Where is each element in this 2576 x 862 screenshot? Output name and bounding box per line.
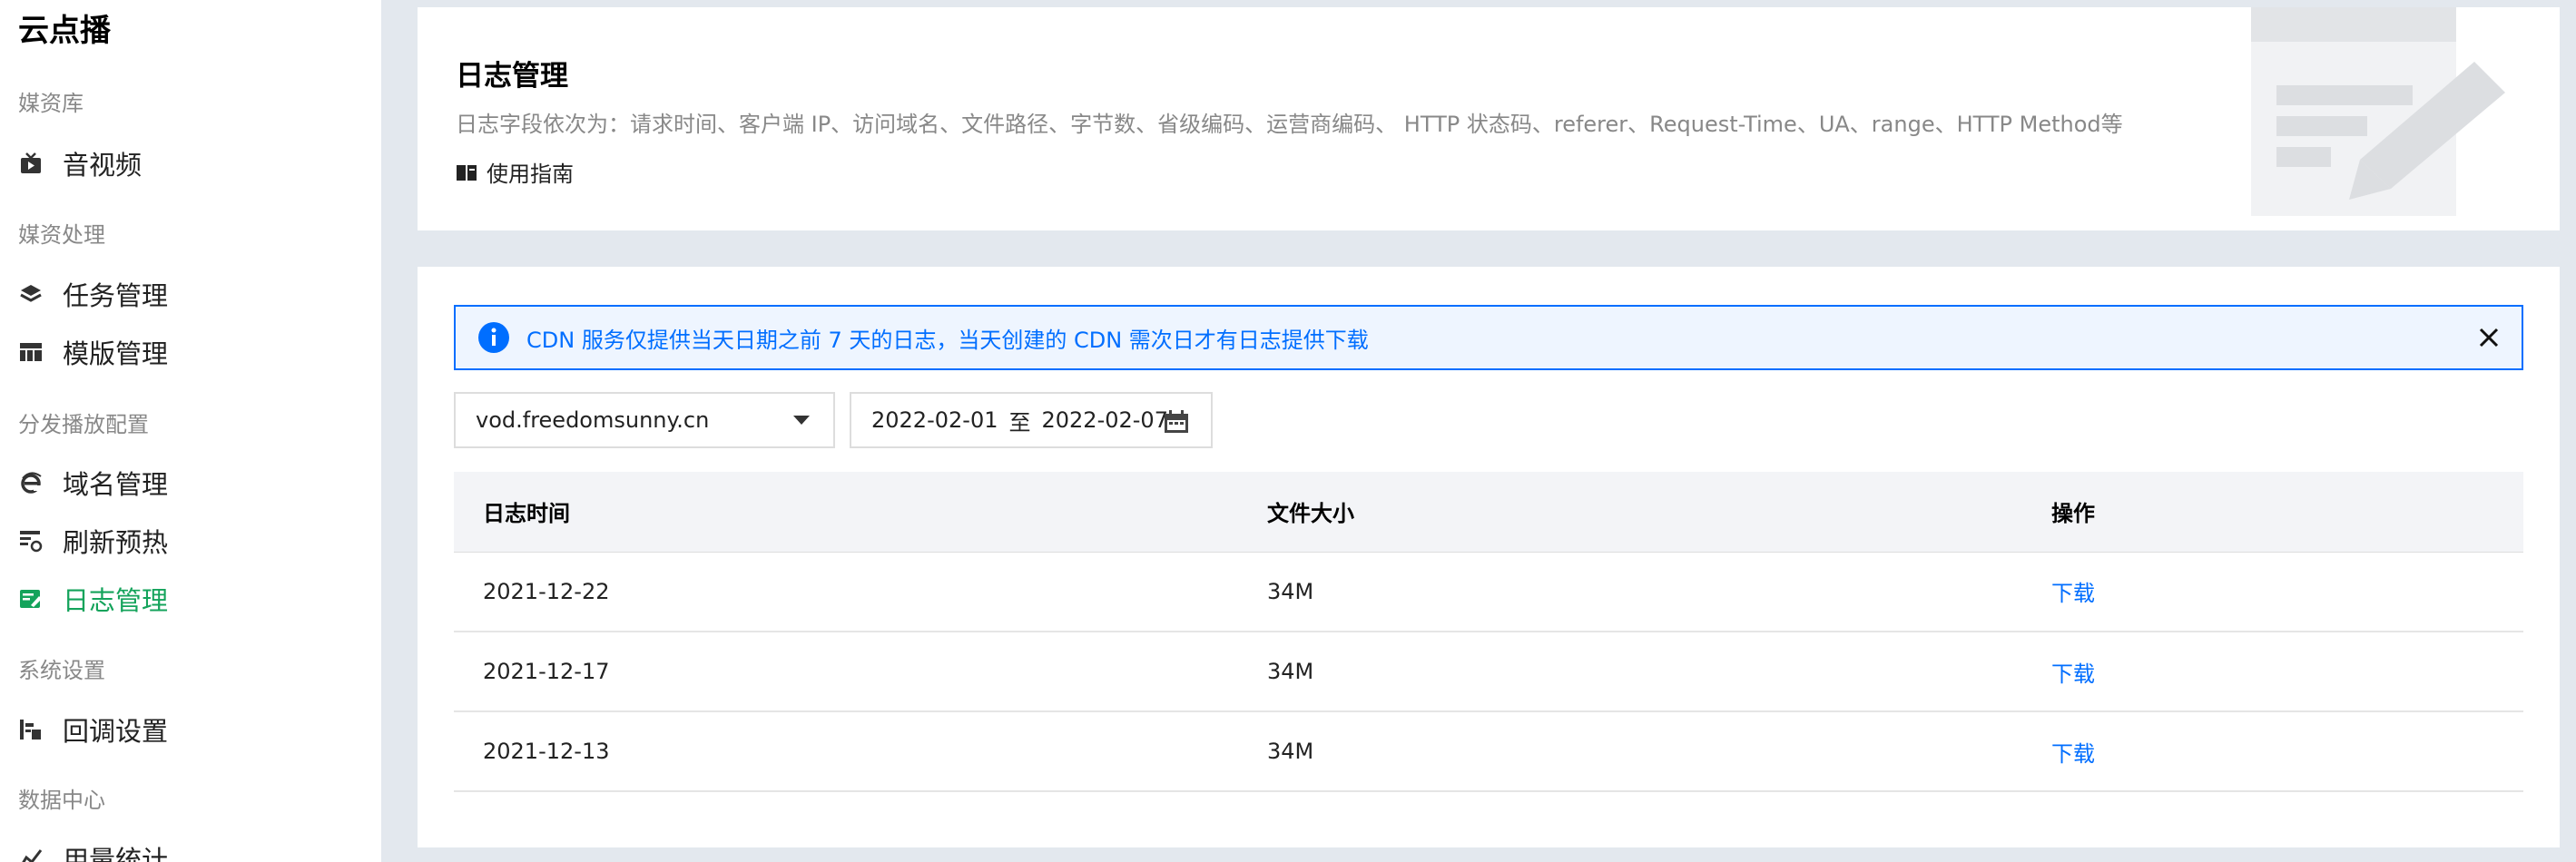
stats-icon <box>18 846 44 862</box>
download-link[interactable]: 下载 <box>2051 581 2095 606</box>
domain-select-value: vod.freedomsunny.cn <box>476 407 710 433</box>
sidebar-item-log-management[interactable]: 日志管理 <box>18 579 168 619</box>
sidebar-item-label: 任务管理 <box>63 280 169 311</box>
group-label-data-center: 数据中心 <box>18 788 105 813</box>
page-header-card: 日志管理 日志字段依次为：请求时间、客户端 IP、访问域名、文件路径、字节数、省… <box>418 7 2560 230</box>
notice-text: CDN 服务仅提供当天日期之前 7 天的日志，当天创建的 CDN 需次日才有日志… <box>526 327 1369 353</box>
date-range-picker[interactable]: 2022-02-01 至 2022-02-07 <box>850 392 1213 448</box>
log-table: 日志时间 文件大小 操作 2021-12-22 34M 下载 2021-12-1… <box>454 472 2523 792</box>
sidebar-item-label: 用量统计 <box>63 845 169 862</box>
sidebar-item-label: 刷新预热 <box>63 527 169 558</box>
table-header-row: 日志时间 文件大小 操作 <box>454 472 2523 553</box>
video-icon <box>18 151 44 176</box>
layers-icon <box>18 281 44 307</box>
brand-title: 云点播 <box>18 13 111 49</box>
sidebar-item-label: 域名管理 <box>63 469 169 500</box>
cell-action: 下载 <box>2022 711 2523 792</box>
template-icon <box>18 339 44 365</box>
cell-log-time: 2021-12-13 <box>454 711 1238 792</box>
sidebar-item-label: 模版管理 <box>63 338 169 369</box>
column-header-file-size: 文件大小 <box>1238 472 2022 553</box>
cell-action: 下载 <box>2022 632 2523 712</box>
close-icon[interactable] <box>2476 325 2502 350</box>
page-description: 日志字段依次为：请求时间、客户端 IP、访问域名、文件路径、字节数、省级编码、运… <box>456 112 2123 137</box>
info-notice: CDN 服务仅提供当天日期之前 7 天的日志，当天创建的 CDN 需次日才有日志… <box>454 305 2523 370</box>
sidebar-item-label: 音视频 <box>63 150 143 181</box>
chevron-down-icon <box>793 416 810 425</box>
app: 云点播 媒资库 音视频 媒资处理 任务管理 模版管理 分发播放配置 域名管理 刷… <box>0 0 2576 862</box>
log-illustration-icon <box>2251 7 2505 216</box>
page-title: 日志管理 <box>456 60 568 93</box>
cell-log-time: 2021-12-22 <box>454 552 1238 632</box>
group-label-distribution: 分发播放配置 <box>18 412 149 437</box>
group-label-media-processing: 媒资处理 <box>18 222 105 248</box>
log-list-card: CDN 服务仅提供当天日期之前 7 天的日志，当天创建的 CDN 需次日才有日志… <box>418 267 2560 847</box>
table-row: 2021-12-13 34M 下载 <box>454 711 2523 792</box>
sidebar-item-label: 回调设置 <box>63 716 169 747</box>
column-header-action: 操作 <box>2022 472 2523 553</box>
callback-icon <box>18 717 44 742</box>
date-separator: 至 <box>1008 409 1031 436</box>
sidebar-item-task-management[interactable]: 任务管理 <box>18 274 168 314</box>
sidebar-item-usage-stats[interactable]: 用量统计 <box>18 838 168 862</box>
cell-file-size: 34M <box>1238 711 2022 792</box>
date-start: 2022-02-01 <box>871 407 998 433</box>
refresh-icon <box>18 528 44 553</box>
sidebar-item-callback-settings[interactable]: 回调设置 <box>18 710 168 749</box>
sidebar-item-template-management[interactable]: 模版管理 <box>18 332 168 372</box>
download-link[interactable]: 下载 <box>2051 661 2095 687</box>
sidebar-item-domain-management[interactable]: 域名管理 <box>18 463 168 503</box>
download-link[interactable]: 下载 <box>2051 741 2095 767</box>
info-icon <box>478 322 509 353</box>
log-icon <box>18 586 44 612</box>
cell-file-size: 34M <box>1238 552 2022 632</box>
group-label-media-library: 媒资库 <box>18 91 84 116</box>
sidebar: 云点播 媒资库 音视频 媒资处理 任务管理 模版管理 分发播放配置 域名管理 刷… <box>0 0 381 862</box>
book-icon <box>456 162 477 182</box>
sidebar-item-refresh-preheat[interactable]: 刷新预热 <box>18 521 168 561</box>
user-guide-label: 使用指南 <box>487 162 574 187</box>
user-guide-link[interactable]: 使用指南 <box>456 156 574 188</box>
group-label-system-settings: 系统设置 <box>18 658 105 683</box>
globe-e-icon <box>18 470 44 495</box>
domain-select[interactable]: vod.freedomsunny.cn <box>454 392 835 448</box>
table-row: 2021-12-22 34M 下载 <box>454 552 2523 632</box>
cell-file-size: 34M <box>1238 632 2022 712</box>
sidebar-item-label: 日志管理 <box>63 585 169 616</box>
cell-action: 下载 <box>2022 552 2523 632</box>
table-row: 2021-12-17 34M 下载 <box>454 632 2523 712</box>
column-header-log-time: 日志时间 <box>454 472 1238 553</box>
sidebar-item-video[interactable]: 音视频 <box>18 143 142 183</box>
calendar-icon <box>1165 410 1188 433</box>
cell-log-time: 2021-12-17 <box>454 632 1238 712</box>
date-end: 2022-02-07 <box>1041 407 1168 433</box>
